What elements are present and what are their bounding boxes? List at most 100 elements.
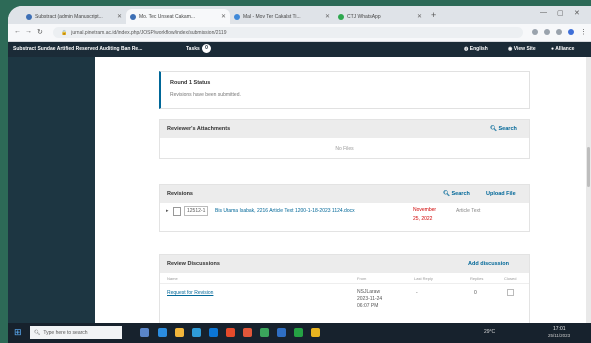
app-icon[interactable] [311, 328, 320, 337]
search-revisions-link[interactable]: 🔍︎ Search [443, 191, 470, 197]
search-icon: 🔍︎ [490, 126, 499, 132]
panel-header: Review Discussions Add discussion [160, 255, 529, 273]
browser-window: Substract (admin Manuscript... ✕ Mo. Tec… [8, 6, 591, 343]
search-attachments-link[interactable]: 🔍︎ Search [490, 126, 517, 132]
table-header: Name From Last Reply Replies Closed [160, 273, 529, 284]
add-discussion-link[interactable]: Add discussion [468, 261, 509, 267]
app-sidebar [8, 57, 95, 323]
start-icon[interactable]: ⊞ [14, 327, 22, 338]
maximize-icon[interactable]: ▢ [557, 9, 564, 17]
url-text: jurnal.pinetram.ac.id/index.php/JOSP/wor… [71, 29, 227, 36]
column-header: Closed [504, 276, 517, 281]
close-window-icon[interactable]: ✕ [574, 9, 580, 17]
clock-date[interactable]: 25/11/2023 [548, 333, 570, 338]
bookmark-icon[interactable] [544, 29, 550, 35]
tab-title: Mal - Mov Ter Cakalst Ti... [243, 13, 301, 20]
minimize-icon[interactable]: — [540, 9, 547, 16]
forward-icon[interactable]: → [25, 28, 32, 35]
task-view-icon[interactable] [140, 328, 149, 337]
review-discussions-panel: Review Discussions Add discussion Name F… [159, 254, 530, 328]
main-content: Round 1 Status Revisions have been submi… [95, 57, 591, 328]
round-status-title: Round 1 Status [170, 80, 211, 86]
new-tab-icon[interactable]: + [431, 10, 436, 20]
discussion-from-line3: 06:07 PM [357, 303, 379, 309]
back-icon[interactable]: ← [14, 28, 21, 35]
file-icon [173, 207, 181, 216]
close-tab-icon[interactable]: ✕ [414, 13, 422, 20]
word-icon[interactable] [277, 328, 286, 337]
file-explorer-icon[interactable] [175, 328, 184, 337]
edge-icon[interactable] [158, 328, 167, 337]
profile-avatar[interactable] [568, 29, 574, 35]
tab-title: Mo. Tec Unseat Cakam... [139, 13, 196, 20]
user-menu[interactable]: ● Alliance [551, 46, 574, 52]
whatsapp-icon[interactable] [294, 328, 303, 337]
table-row: Request for Revision NSJLaraw 2023-11-24… [160, 284, 529, 314]
column-header: From [357, 276, 367, 281]
panel-header: Revisions 🔍︎ Search Upload File [160, 185, 529, 203]
mail-icon[interactable] [209, 328, 218, 337]
discussion-link[interactable]: Request for Revision [167, 290, 213, 296]
column-header: Replies [470, 276, 484, 281]
windows-taskbar: ⊞ 🔍︎ Type here to search 29°C 17:01 25/1… [8, 323, 591, 343]
revision-date-line2: 25, 2022 [413, 216, 433, 222]
search-icon: 🔍︎ [34, 329, 41, 336]
store-icon[interactable] [192, 328, 201, 337]
round-status-message: Revisions have been submitted. [170, 92, 241, 98]
firefox-icon[interactable] [243, 328, 252, 337]
language-link[interactable]: ◍ English [464, 46, 488, 52]
tab-strip: Substract (admin Manuscript... ✕ Mo. Tec… [8, 6, 591, 24]
close-tab-icon[interactable]: ✕ [218, 13, 226, 20]
page-scrollbar[interactable] [586, 57, 591, 323]
column-header: Last Reply [414, 276, 433, 281]
panel-title: Reviewer's Attachments [167, 126, 231, 132]
search-icon: 🔍︎ [443, 191, 452, 197]
extensions-icon[interactable] [556, 29, 562, 35]
discussion-from-line1: NSJLaraw [357, 289, 381, 295]
revision-date-line1: November [413, 207, 437, 213]
last-reply: - [416, 290, 418, 296]
discussion-from-line2: 2023-11-24 [357, 296, 383, 302]
browser-tab-3[interactable]: Mal - Mov Ter Cakalst Ti... ✕ [230, 9, 334, 24]
revision-file-link[interactable]: Bis Utama Isabak, 2216 Article Text 1200… [215, 208, 395, 214]
closed-checkbox[interactable] [507, 289, 514, 296]
file-id: 12512-1 [184, 206, 209, 216]
weather-text[interactable]: 29°C [484, 329, 495, 335]
tab-title: CTJ WhatsApp [347, 13, 381, 20]
tasks-link[interactable]: Tasks [186, 46, 200, 52]
tab-title: Substract (admin Manuscript... [35, 13, 103, 20]
column-header: Name [167, 276, 178, 281]
address-bar[interactable]: 🔒 jurnal.pinetram.ac.id/index.php/JOSP/w… [53, 27, 523, 38]
upload-file-link[interactable]: Upload File [486, 191, 516, 197]
empty-files-text: No Files [335, 146, 354, 152]
site-favicon-icon [26, 13, 32, 20]
close-tab-icon[interactable]: ✕ [114, 13, 122, 20]
close-tab-icon[interactable]: ✕ [322, 13, 330, 20]
menu-icon[interactable]: ⋮ [580, 28, 587, 36]
scrollbar-thumb[interactable] [587, 147, 590, 187]
revisions-panel: Revisions 🔍︎ Search Upload File ▸ 12512-… [159, 184, 530, 232]
panel-header: Reviewer's Attachments 🔍︎ Search [160, 120, 529, 138]
chrome-icon[interactable] [260, 328, 269, 337]
expand-caret-icon[interactable]: ▸ [166, 208, 169, 214]
browser-tab-1[interactable]: Substract (admin Manuscript... ✕ [22, 9, 126, 24]
lock-icon: 🔒 [61, 29, 68, 36]
site-header: Substract Sundae Artified Reserved Audit… [8, 42, 591, 57]
panel-title: Review Discussions [167, 261, 220, 267]
browser-tab-4[interactable]: CTJ WhatsApp ✕ [334, 9, 426, 24]
table-row: ▸ 12512-1 Bis Utama Isabak, 2216 Article… [160, 203, 529, 230]
site-favicon-icon [130, 13, 136, 20]
site-favicon-icon [234, 13, 240, 20]
panel-title: Revisions [167, 191, 193, 197]
clock-time[interactable]: 17:01 [553, 326, 566, 332]
taskbar-search[interactable]: 🔍︎ Type here to search [30, 326, 122, 339]
view-site-link[interactable]: ◉ View Site [508, 46, 536, 52]
office-icon[interactable] [226, 328, 235, 337]
revision-file-type: Article Text [456, 208, 481, 214]
tasks-count-badge: 0 [202, 44, 211, 53]
journal-context[interactable]: Substract Sundae Artified Reserved Audit… [13, 46, 142, 52]
reviewer-attachments-panel: Reviewer's Attachments 🔍︎ Search No File… [159, 119, 530, 159]
share-icon[interactable] [532, 29, 538, 35]
reload-icon[interactable]: ↻ [37, 28, 43, 36]
browser-tab-2[interactable]: Mo. Tec Unseat Cakam... ✕ [126, 9, 230, 24]
